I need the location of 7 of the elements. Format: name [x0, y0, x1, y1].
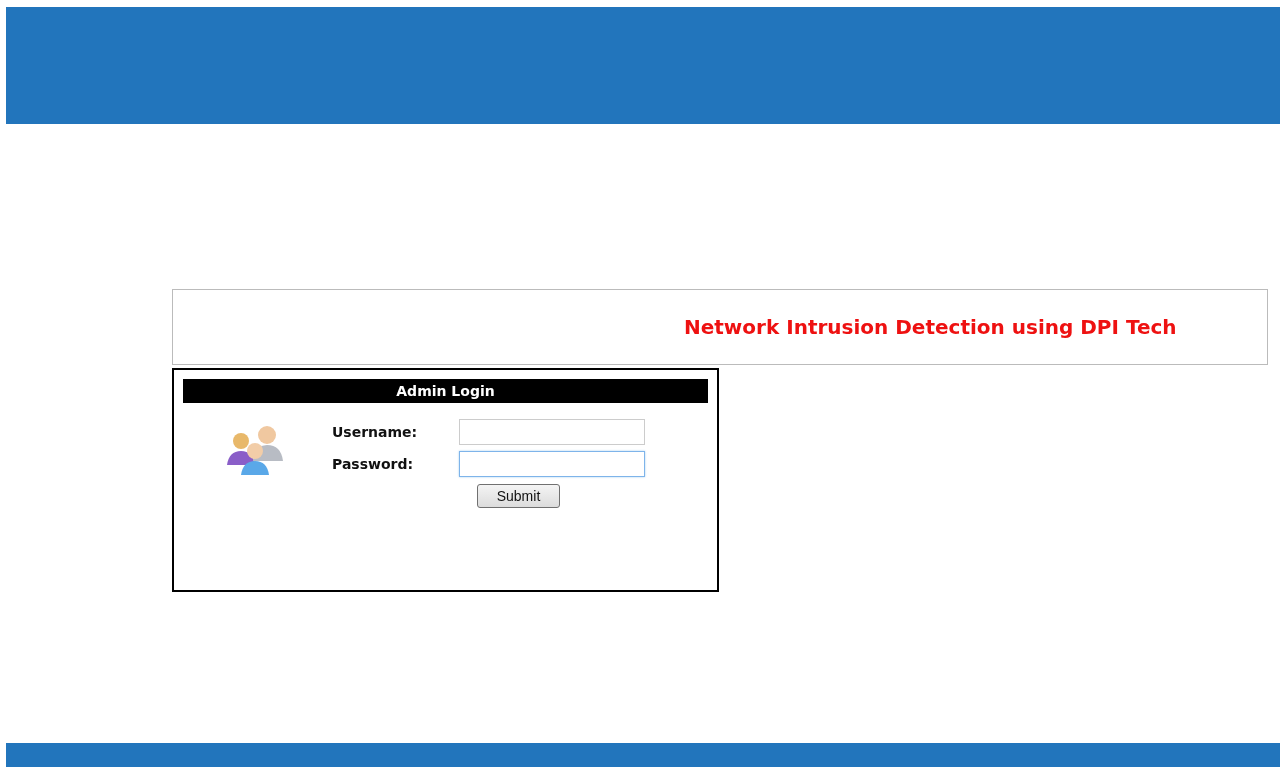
input-field[interactable] — [459, 451, 645, 477]
field-label: Username: — [332, 422, 419, 442]
banner-title: Network Intrusion Detection using DPI Tech — [684, 314, 1177, 341]
panel-title: Admin Login — [183, 379, 708, 403]
field-label: Password: — [332, 454, 415, 474]
input-field[interactable] — [459, 419, 645, 445]
submit-button[interactable]: Submit — [477, 484, 560, 508]
